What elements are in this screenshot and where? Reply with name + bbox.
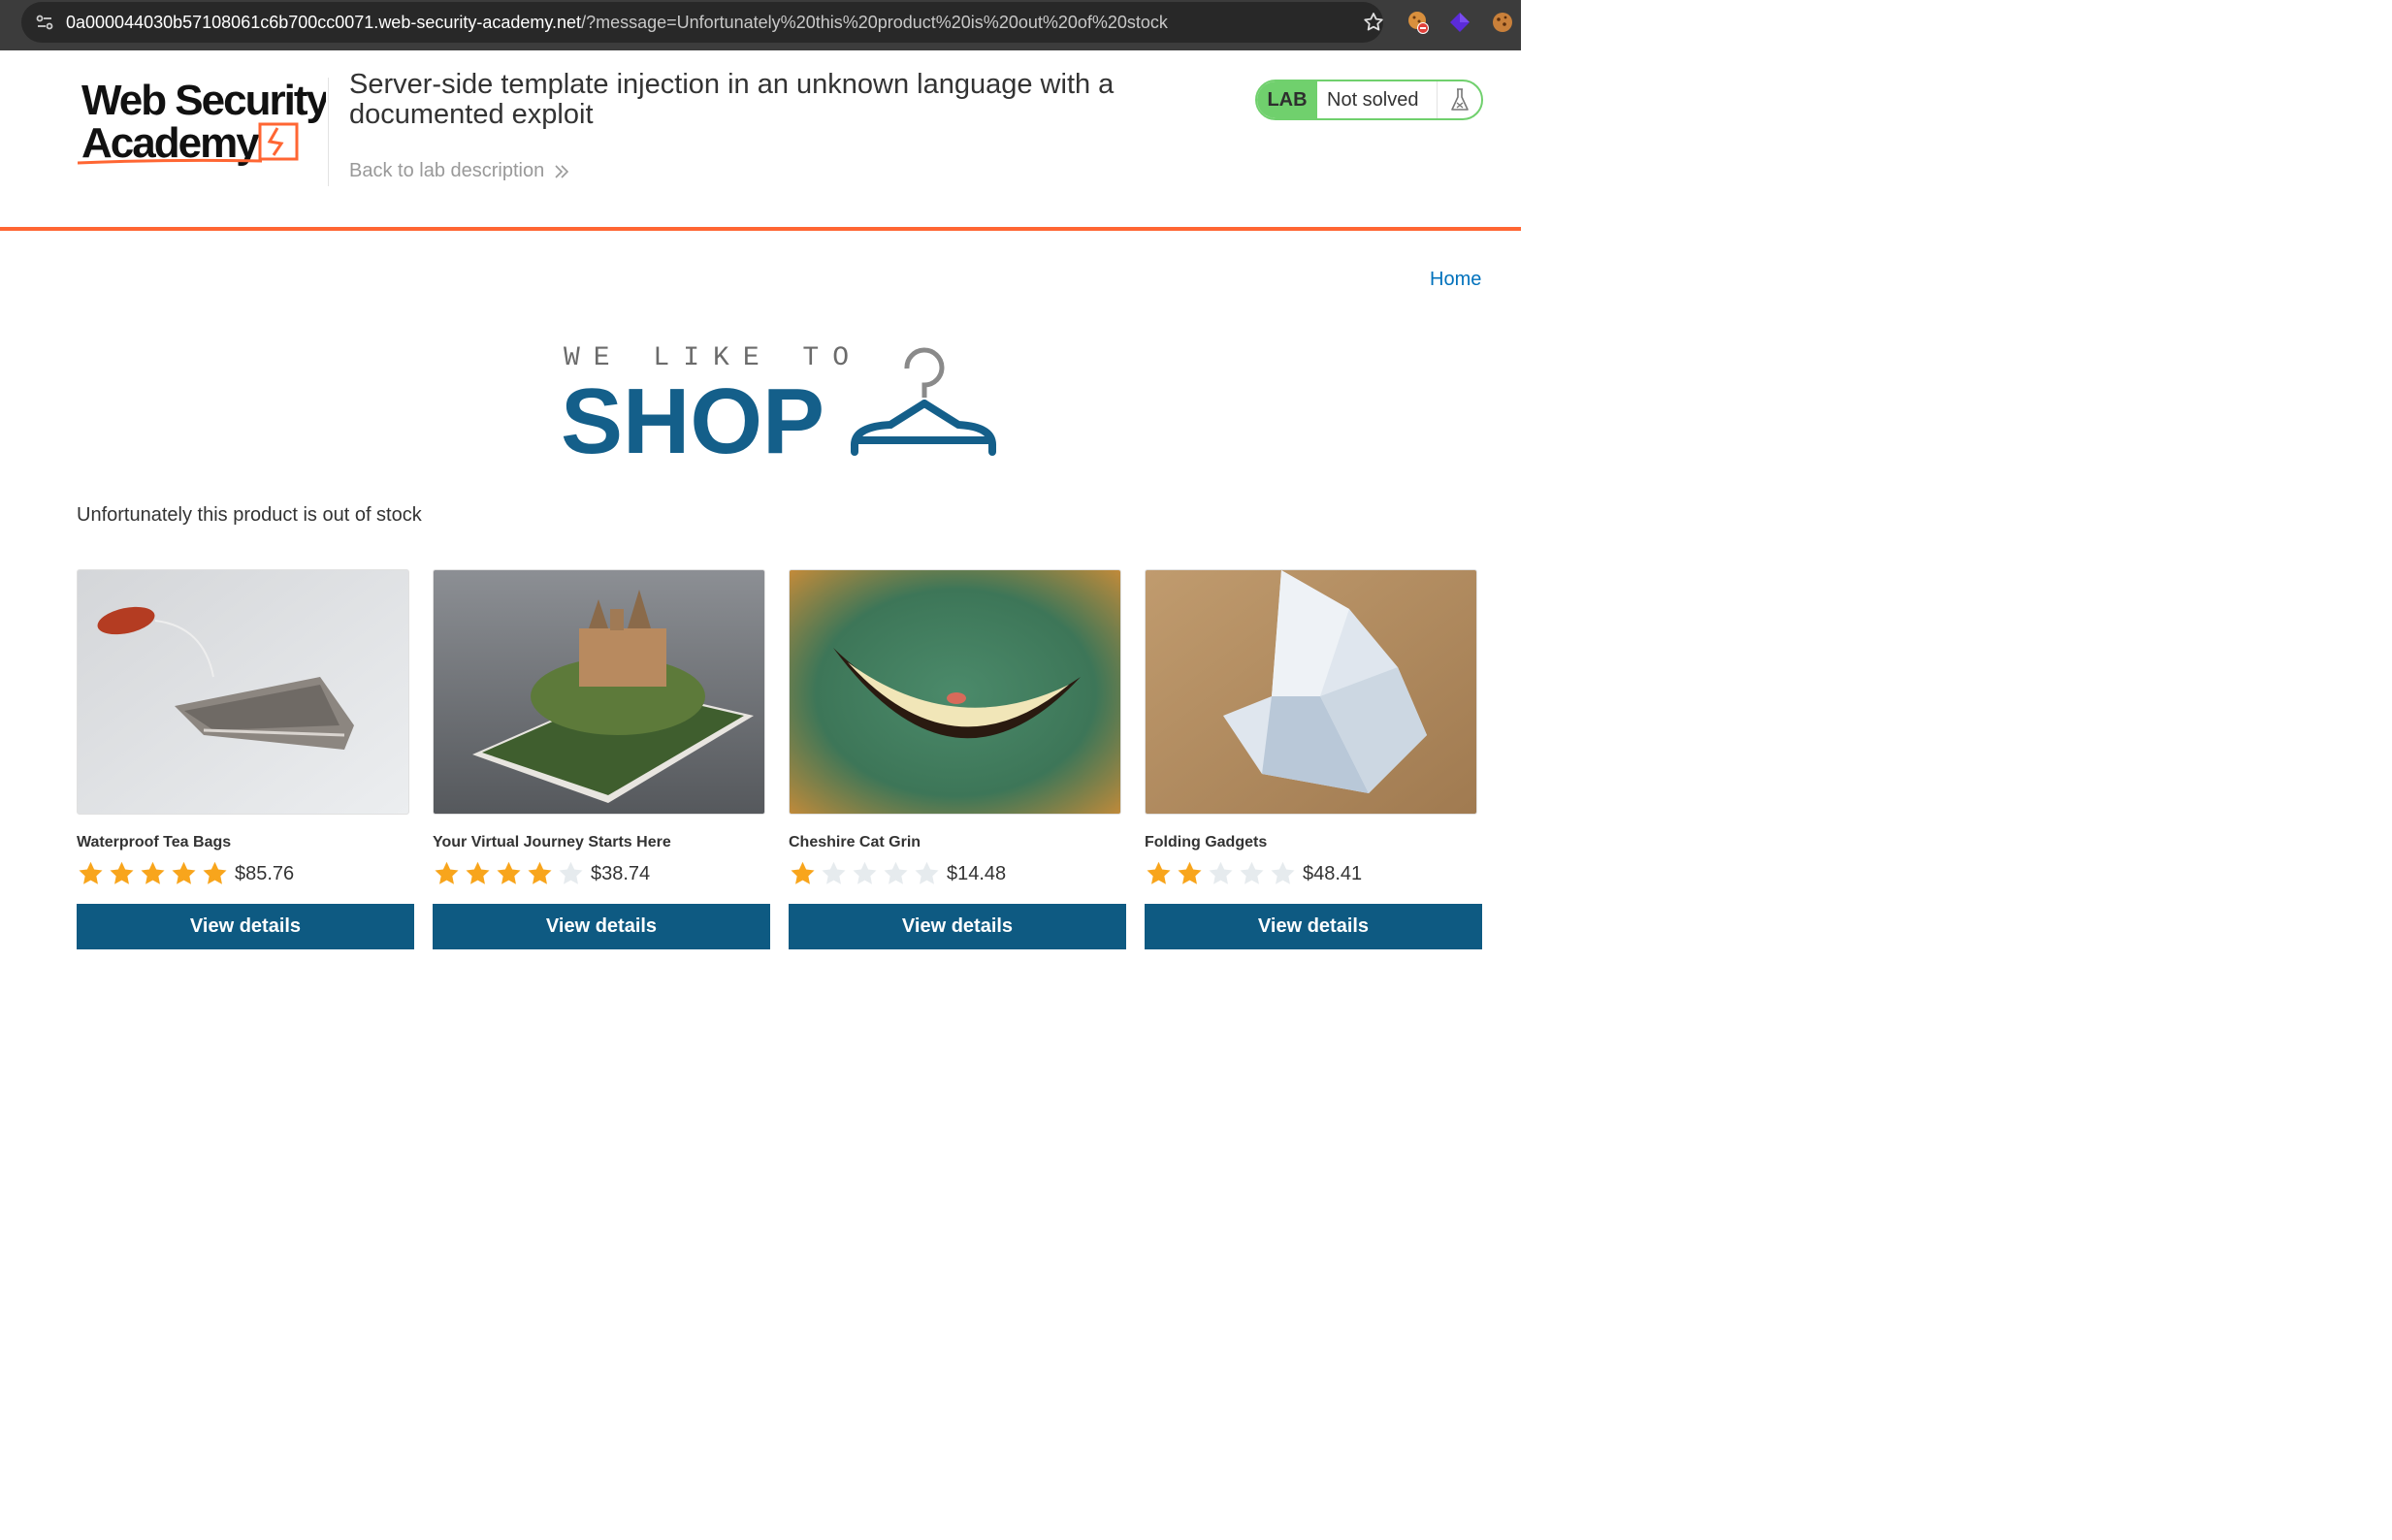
- product-image-cheshire-cat-grin: [789, 569, 1121, 815]
- lab-status-text: Not solved: [1327, 88, 1419, 111]
- product-name: Waterproof Tea Bags: [77, 834, 232, 850]
- view-details-button[interactable]: View details: [77, 904, 414, 949]
- star-filled-icon: [466, 861, 490, 884]
- star-filled-icon: [141, 861, 165, 884]
- star-empty-icon: [1271, 861, 1295, 884]
- view-details-button[interactable]: View details: [789, 904, 1126, 949]
- browser-toolbar: 0a000044030b57108061c6b700cc0071.web-sec…: [0, 0, 1521, 50]
- star-filled-icon: [791, 861, 815, 884]
- we-like-to-shop-logo: WE LIKE TO SHOP: [561, 343, 996, 462]
- site-info-icon[interactable]: [33, 11, 56, 34]
- url-host: 0a000044030b57108061c6b700cc0071.web-sec…: [66, 13, 582, 32]
- product-image-tea-bags: [77, 569, 409, 815]
- double-chevron-right-icon: [555, 164, 569, 178]
- bookmark-star-icon[interactable]: [1362, 11, 1385, 34]
- star-filled-icon: [528, 861, 552, 884]
- star-filled-icon: [497, 861, 521, 884]
- url-path: /?message=Unfortunately%20this%20product…: [581, 13, 1168, 32]
- home-link[interactable]: Home: [1430, 269, 1481, 291]
- header-divider: [328, 78, 329, 186]
- shop-logo-word: SHOP: [561, 369, 824, 462]
- star-filled-icon: [172, 861, 196, 884]
- product-price: $38.74: [591, 862, 651, 884]
- back-to-lab-description-link[interactable]: Back to lab description: [349, 160, 569, 182]
- star-filled-icon: [1178, 861, 1202, 884]
- star-empty-icon: [822, 861, 846, 884]
- star-empty-icon: [915, 861, 939, 884]
- cookie-icon[interactable]: [1490, 10, 1515, 35]
- header-accent-rule: [0, 227, 1521, 231]
- product-image-folding-gadgets: [1145, 569, 1477, 815]
- star-filled-icon: [435, 861, 459, 884]
- star-rating: [433, 860, 585, 887]
- product-price: $14.48: [947, 862, 1007, 884]
- star-rating: [789, 860, 941, 887]
- star-rating: [1145, 860, 1297, 887]
- star-filled-icon: [203, 861, 227, 884]
- star-empty-icon: [559, 861, 583, 884]
- cookie-extension-icon[interactable]: [1406, 10, 1432, 35]
- back-link-label: Back to lab description: [349, 160, 545, 181]
- product-price: $85.76: [235, 862, 295, 884]
- star-filled-icon: [110, 861, 134, 884]
- web-security-academy-logo[interactable]: Web Security Academy: [78, 76, 326, 169]
- product-name: Cheshire Cat Grin: [789, 834, 921, 850]
- product-card: Your Virtual Journey Starts Here $38.74 …: [433, 569, 772, 949]
- star-empty-icon: [1240, 861, 1264, 884]
- product-name: Your Virtual Journey Starts Here: [433, 834, 671, 850]
- address-bar[interactable]: 0a000044030b57108061c6b700cc0071.web-sec…: [21, 2, 1383, 43]
- lab-title: Server-side template injection in an unk…: [349, 69, 1115, 130]
- logo-line1: Web Security: [81, 77, 326, 124]
- lab-status-widget: LAB Not solved: [1255, 80, 1483, 120]
- star-empty-icon: [853, 861, 877, 884]
- star-empty-icon: [884, 861, 908, 884]
- star-filled-icon: [79, 861, 103, 884]
- hanger-icon: [851, 347, 996, 456]
- url-text: 0a000044030b57108061c6b700cc0071.web-sec…: [66, 13, 1168, 33]
- star-filled-icon: [1147, 861, 1171, 884]
- product-name: Folding Gadgets: [1145, 834, 1268, 850]
- flask-icon: [1437, 81, 1481, 118]
- star-empty-icon: [1209, 861, 1233, 884]
- product-image-virtual-journey: [433, 569, 765, 815]
- star-rating: [77, 860, 229, 887]
- out-of-stock-message: Unfortunately this product is out of sto…: [77, 504, 422, 526]
- view-details-button[interactable]: View details: [1145, 904, 1482, 949]
- product-card: Folding Gadgets $48.41 View details: [1145, 569, 1484, 949]
- lab-badge: LAB: [1257, 81, 1317, 118]
- product-card: Cheshire Cat Grin $14.48 View details: [789, 569, 1128, 949]
- product-card: Waterproof Tea Bags $85.76 View details: [77, 569, 416, 949]
- view-details-button[interactable]: View details: [433, 904, 770, 949]
- purple-gem-extension-icon[interactable]: [1447, 10, 1472, 35]
- product-price: $48.41: [1303, 862, 1363, 884]
